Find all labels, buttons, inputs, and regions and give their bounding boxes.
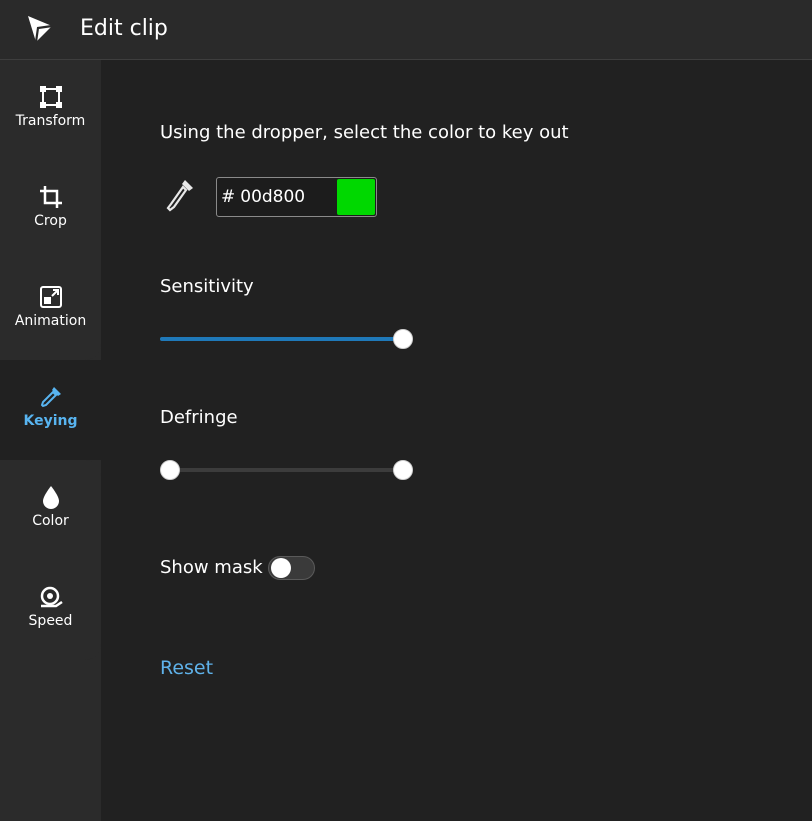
eyedropper-button[interactable]: [163, 176, 197, 216]
reset-link[interactable]: Reset: [160, 655, 213, 681]
sidebar-item-label: Color: [32, 513, 69, 529]
crop-icon: [38, 184, 64, 210]
app-logo-icon: [28, 16, 53, 43]
sidebar-item-crop[interactable]: Crop: [0, 160, 101, 260]
defringe-track: [160, 468, 413, 472]
sidebar-item-speed[interactable]: Speed: [0, 560, 101, 660]
sensitivity-fill: [160, 337, 403, 341]
eyedropper-icon: [38, 384, 64, 410]
defringe-slider[interactable]: [160, 460, 413, 480]
sensitivity-thumb[interactable]: [393, 329, 413, 349]
defringe-high-thumb[interactable]: [393, 460, 413, 480]
eyedropper-icon: [166, 180, 193, 212]
sensitivity-label: Sensitivity: [160, 276, 254, 297]
transform-icon: [38, 84, 64, 110]
toggle-knob: [271, 558, 291, 578]
app-header: Edit clip: [0, 0, 812, 60]
animation-icon: [38, 284, 64, 310]
page-title: Edit clip: [80, 16, 168, 41]
color-hex-input[interactable]: [240, 182, 337, 212]
sidebar-item-label: Transform: [15, 113, 86, 129]
sidebar-item-label: Crop: [34, 213, 67, 229]
sidebar-item-color[interactable]: Color: [0, 460, 101, 560]
color-drop-icon: [38, 484, 64, 510]
keying-instruction: Using the dropper, select the color to k…: [160, 122, 569, 143]
defringe-low-thumb[interactable]: [160, 460, 180, 480]
sidebar-item-keying[interactable]: Keying: [0, 360, 101, 460]
sidebar-item-label: Animation: [14, 313, 87, 329]
sidebar-item-label: Speed: [28, 613, 73, 629]
color-swatch[interactable]: [337, 179, 375, 215]
sensitivity-slider[interactable]: [160, 329, 413, 349]
show-mask-toggle[interactable]: [268, 556, 315, 580]
defringe-label: Defringe: [160, 407, 238, 428]
speed-icon: [38, 584, 64, 610]
hash-prefix: #: [221, 187, 236, 207]
sidebar-item-label: Keying: [23, 413, 78, 429]
sidebar-item-animation[interactable]: Animation: [0, 260, 101, 360]
sidebar-item-transform[interactable]: Transform: [0, 60, 101, 160]
show-mask-label: Show mask: [160, 557, 263, 578]
color-hex-field: #: [216, 177, 377, 217]
